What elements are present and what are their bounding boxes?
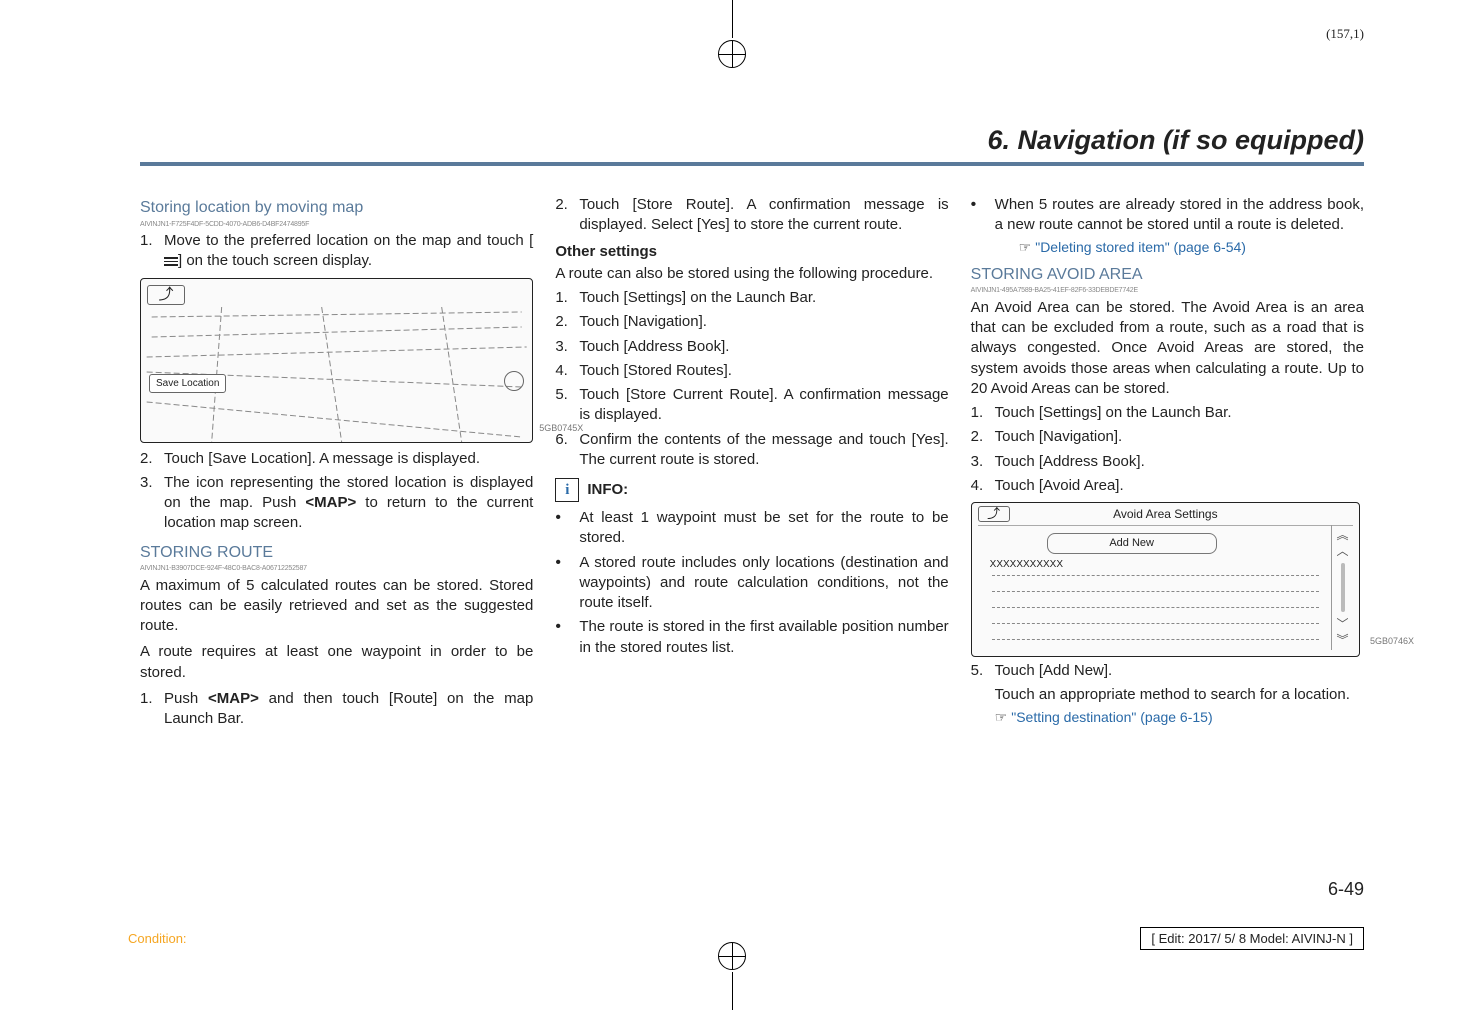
list-number: 4. [555, 361, 579, 381]
list-number: 2. [555, 195, 579, 236]
step-text: Touch [Settings] on the Launch Bar. [579, 288, 948, 308]
bullet-icon: • [971, 195, 995, 258]
page-number-top: (157,1) [1326, 26, 1364, 42]
list-number: 1. [971, 403, 995, 423]
heading-storing-location: Storing location by moving map [140, 197, 533, 219]
step-text: The icon representing the stored locatio… [164, 473, 533, 534]
step-text: Touch [Avoid Area]. [995, 476, 1364, 496]
step-text: Touch [Address Book]. [995, 452, 1364, 472]
list-number: 1. [140, 689, 164, 730]
list-number: 4. [971, 476, 995, 496]
menu-icon [164, 255, 178, 268]
step-text: Touch [Add New]. Touch an appropriate me… [995, 661, 1364, 728]
chapter-title: 6. Navigation (if so equipped) [987, 125, 1364, 156]
location-marker-icon [504, 371, 524, 391]
chapter-rule [140, 162, 1364, 166]
avoid-area-screen-figure: ⤴ Avoid Area Settings Add New XXXXXXXXXX… [971, 502, 1360, 657]
figure-code-2: 5GB0746X [1370, 635, 1414, 647]
bullet-icon: • [555, 508, 579, 549]
xref-link: "Deleting stored item" (page 6-54) [1035, 239, 1246, 255]
list-number: 2. [555, 312, 579, 332]
info-label: INFO: [587, 480, 628, 500]
map-figure: ⤴ Save Location [140, 278, 533, 443]
step-text: Touch [Stored Routes]. [579, 361, 948, 381]
bullet-icon: • [555, 617, 579, 658]
scroll-up-icon: ︿ [1337, 543, 1349, 559]
scroll-bottom-icon: ︾ [1337, 632, 1349, 648]
guid-3: AIVINJN1-495A7589-BA25-41EF-82F6-33DEBDE… [971, 286, 1364, 295]
list-number: 5. [971, 661, 995, 728]
step-text: Confirm the contents of the message and … [579, 430, 948, 471]
scroll-down-icon: ﹀ [1337, 616, 1349, 632]
save-location-button: Save Location [149, 374, 226, 394]
bullet-text: At least 1 waypoint must be set for the … [579, 508, 948, 549]
paragraph: A route can also be stored using the fol… [555, 264, 948, 284]
add-new-button: Add New [1047, 533, 1217, 554]
list-item-placeholder: XXXXXXXXXXX [990, 558, 1063, 572]
list-number: 1. [555, 288, 579, 308]
back-icon: ⤴ [147, 285, 185, 305]
heading-storing-route: STORING ROUTE [140, 542, 533, 564]
column-1: Storing location by moving map AIVINJN1-… [140, 195, 533, 733]
step-text: Move to the preferred location on the ma… [164, 231, 533, 272]
bullet-text: When 5 routes are already stored in the … [995, 195, 1364, 258]
figure-code-1: 5GB0745X [539, 422, 583, 434]
step-text: Touch [Navigation]. [995, 427, 1364, 447]
column-3: • When 5 routes are already stored in th… [971, 195, 1364, 733]
xref-link: "Setting destination" (page 6-15) [1011, 709, 1212, 725]
paragraph: A route requires at least one waypoint i… [140, 642, 533, 683]
list-number: 3. [140, 473, 164, 534]
condition-label: Condition: [128, 931, 187, 946]
bullet-text: A stored route includes only locations (… [579, 553, 948, 614]
list-number: 2. [140, 449, 164, 469]
step-text: Touch [Store Current Route]. A confirmat… [579, 385, 948, 426]
info-box: i INFO: [555, 478, 948, 502]
step-text: Touch [Address Book]. [579, 337, 948, 357]
screen-title: Avoid Area Settings [978, 506, 1353, 526]
bullet-text: The route is stored in the first availab… [579, 617, 948, 658]
list-number: 3. [555, 337, 579, 357]
column-2: 2.Touch [Store Route]. A confirmation me… [555, 195, 948, 733]
step-text: Push <MAP> and then touch [Route] on the… [164, 689, 533, 730]
paragraph: An Avoid Area can be stored. The Avoid A… [971, 298, 1364, 399]
list-number: 5. [555, 385, 579, 426]
scroll-top-icon: ︽ [1337, 527, 1349, 543]
list-number: 3. [971, 452, 995, 472]
step-text: Touch [Store Route]. A confirmation mess… [579, 195, 948, 236]
xref-icon: ☞ [995, 709, 1008, 725]
step-text: Touch [Navigation]. [579, 312, 948, 332]
xref-icon: ☞ [1019, 239, 1032, 255]
info-icon: i [555, 478, 579, 502]
step-text: Touch [Save Location]. A message is disp… [164, 449, 533, 469]
heading-other-settings: Other settings [555, 242, 948, 262]
heading-storing-avoid-area: STORING AVOID AREA [971, 264, 1364, 286]
list-number: 6. [555, 430, 579, 471]
edit-info-box: [ Edit: 2017/ 5/ 8 Model: AIVINJ-N ] [1140, 927, 1364, 950]
guid-1: AIVINJN1-F725F4DF-5CDD-4070-ADB6-D4BF247… [140, 220, 533, 229]
list-number: 1. [140, 231, 164, 272]
paragraph: A maximum of 5 calculated routes can be … [140, 576, 533, 637]
bullet-icon: • [555, 553, 579, 614]
guid-2: AIVINJN1-B3907DCE-924F-48C0-BAC8-A067122… [140, 564, 533, 573]
step-text: Touch [Settings] on the Launch Bar. [995, 403, 1364, 423]
page-number-bottom: 6-49 [1328, 879, 1364, 900]
list-number: 2. [971, 427, 995, 447]
scrollbar: ︽ ︿ ﹀ ︾ [1331, 525, 1353, 650]
